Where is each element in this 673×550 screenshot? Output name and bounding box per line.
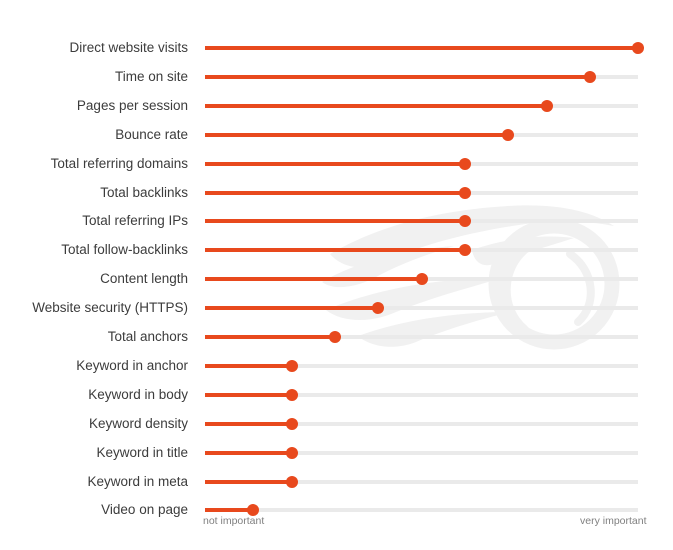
row-track (205, 475, 638, 488)
chart-row-5: Total backlinks (0, 185, 673, 214)
row-dot-7[interactable] (459, 244, 471, 257)
row-fill-1 (205, 74, 590, 79)
row-dot-1[interactable] (584, 70, 596, 83)
row-dot-10[interactable] (329, 331, 341, 343)
chart-row-15: Keyword in meta (0, 474, 673, 503)
row-dot-13[interactable] (286, 417, 298, 430)
row-label-7: Total follow-backlinks (61, 242, 188, 258)
chart-row-1: Time on site (0, 69, 673, 98)
row-dot-9[interactable] (372, 302, 384, 315)
row-label-5: Total backlinks (100, 184, 188, 200)
row-track (205, 128, 638, 141)
row-label-10: Total anchors (107, 329, 188, 344)
chart-row-16: Video on page (0, 502, 673, 531)
row-label-9: Website security (HTTPS) (32, 300, 188, 316)
row-label-4: Total referring domains (50, 155, 188, 171)
row-track (205, 446, 638, 459)
row-dot-11[interactable] (286, 359, 298, 372)
row-label-14: Keyword in title (96, 444, 188, 460)
row-dot-14[interactable] (286, 446, 298, 459)
chart-row-13: Keyword density (0, 416, 673, 445)
row-track (205, 417, 638, 430)
row-track (205, 302, 638, 315)
row-dot-6[interactable] (459, 215, 471, 228)
row-track (205, 331, 638, 343)
row-label-12: Keyword in body (88, 386, 188, 402)
row-label-0: Direct website visits (69, 40, 188, 55)
row-label-15: Keyword in meta (87, 473, 188, 489)
lollipop-chart: Direct website visits Time on site Pages… (0, 0, 673, 550)
row-dot-3[interactable] (502, 128, 514, 141)
row-track (205, 244, 638, 257)
row-dot-12[interactable] (286, 388, 298, 401)
row-track (205, 388, 638, 401)
row-dot-4[interactable] (459, 157, 471, 170)
row-fill-6 (205, 219, 465, 224)
chart-row-3: Bounce rate (0, 127, 673, 156)
row-track (205, 273, 638, 286)
row-fill-9 (205, 306, 378, 311)
row-dot-8[interactable] (416, 273, 428, 286)
row-track (205, 215, 638, 228)
row-label-3: Bounce rate (115, 126, 188, 142)
chart-rows: Direct website visits Time on site Pages… (0, 0, 673, 517)
chart-row-2: Pages per session (0, 98, 673, 127)
row-fill-2 (205, 103, 547, 108)
chart-row-8: Content length (0, 271, 673, 300)
row-label-6: Total referring IPs (82, 213, 188, 229)
row-track (205, 504, 638, 517)
row-fill-11 (205, 363, 292, 368)
chart-row-14: Keyword in title (0, 445, 673, 474)
row-dot-5[interactable] (459, 186, 471, 199)
row-dot-2[interactable] (541, 99, 553, 112)
row-label-16: Video on page (101, 502, 188, 518)
row-dot-0[interactable] (632, 42, 644, 54)
chart-row-0: Direct website visits (0, 40, 673, 69)
row-fill-13 (205, 421, 292, 426)
chart-row-4: Total referring domains (0, 156, 673, 185)
row-label-13: Keyword density (88, 415, 188, 431)
row-track (205, 99, 638, 112)
chart-row-10: Total anchors (0, 329, 673, 358)
row-fill-3 (205, 132, 508, 137)
row-fill-12 (205, 392, 292, 397)
row-label-2: Pages per session (76, 97, 188, 113)
row-track (205, 186, 638, 199)
row-label-8: Content length (100, 271, 188, 287)
axis-caption-left: not important (203, 515, 265, 527)
row-fill-5 (205, 190, 465, 195)
chart-row-9: Website security (HTTPS) (0, 300, 673, 329)
chart-row-11: Keyword in anchor (0, 358, 673, 387)
row-label-11: Keyword in anchor (76, 357, 188, 373)
row-track (205, 157, 638, 170)
row-fill-14 (205, 450, 292, 455)
row-fill-4 (205, 161, 465, 166)
row-fill-10 (205, 335, 335, 339)
chart-row-7: Total follow-backlinks (0, 242, 673, 271)
axis-caption-right: very important (580, 515, 647, 527)
chart-row-12: Keyword in body (0, 387, 673, 416)
row-fill-15 (205, 479, 292, 484)
row-fill-7 (205, 248, 465, 253)
row-fill-8 (205, 277, 422, 282)
row-fill-16 (205, 508, 253, 513)
chart-row-6: Total referring IPs (0, 213, 673, 242)
row-fill-0 (205, 46, 638, 50)
row-dot-15[interactable] (286, 475, 298, 488)
row-track (205, 359, 638, 372)
row-track (205, 70, 638, 83)
row-label-1: Time on site (114, 68, 188, 84)
row-track (205, 42, 644, 54)
